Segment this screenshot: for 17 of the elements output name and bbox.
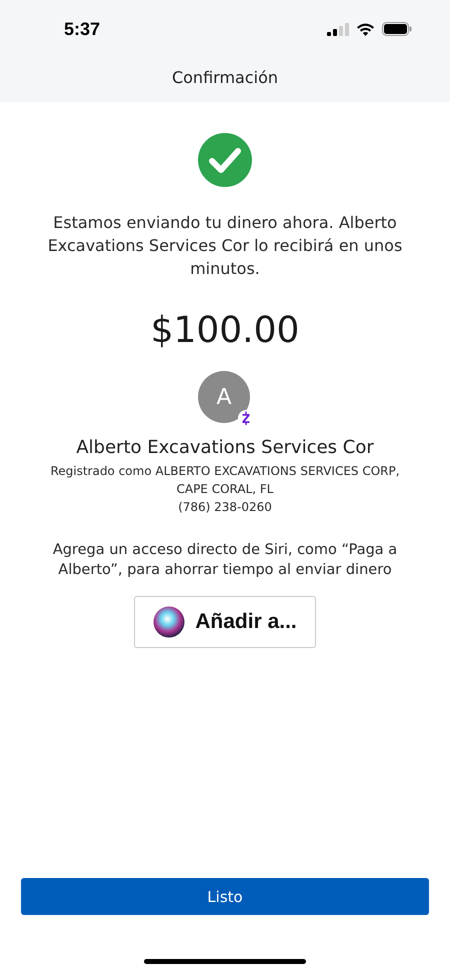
amount: $100.00 bbox=[150, 310, 300, 351]
status-time: 5:37 bbox=[64, 18, 100, 40]
recipient-phone: (786) 238-0260 bbox=[178, 499, 272, 516]
wifi-icon bbox=[356, 22, 375, 36]
registered-name-line: CAPE CORAL, FL bbox=[175, 481, 274, 498]
confirmation-message: Estamos enviando tu dinero ahora. Alberto Excavations Services Cor lo recibirá en unos minutos. bbox=[46, 212, 404, 280]
siri-icon bbox=[153, 606, 186, 638]
avatar: A bbox=[198, 371, 250, 423]
done-button[interactable]: Listo bbox=[21, 878, 429, 915]
add-to-siri-button[interactable]: Añadir a... bbox=[134, 596, 316, 648]
recipient-name: Alberto Excavations Services Cor bbox=[76, 437, 374, 458]
siri-shortcut-text: Agrega un acceso directo de Siri, como “Paga a Alberto”, para ahorrar tiempo al enviar dinero bbox=[52, 541, 398, 580]
success-check-icon bbox=[198, 133, 252, 187]
battery-icon bbox=[382, 22, 412, 36]
signal-icon bbox=[327, 22, 349, 36]
screen-title: Confirmación bbox=[172, 68, 278, 87]
registered-name-line: Registrado como ALBERTO EXCAVATIONS SERVICES CORP, bbox=[50, 463, 400, 480]
